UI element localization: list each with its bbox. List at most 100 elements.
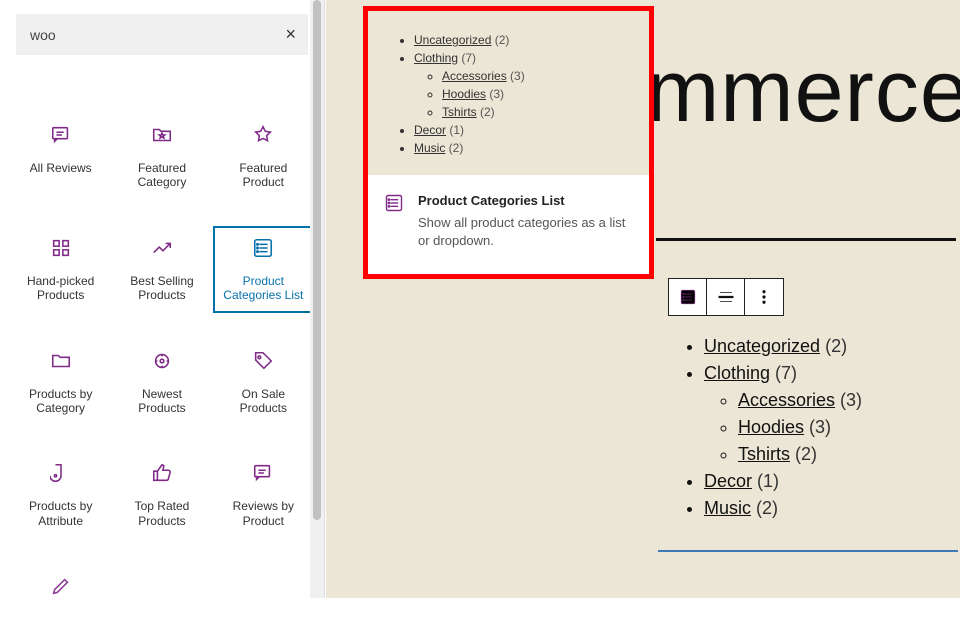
category-count: (3) [507,69,525,83]
page-title-fragment: mmerce [646,40,960,142]
block-tile-best-selling-products[interactable]: Best Selling Products [113,228,210,311]
folder-star-icon [151,121,173,149]
folder-icon [50,347,72,375]
category-link[interactable]: Tshirts [738,444,790,464]
category-count: (3) [804,417,831,437]
block-tile-hand-picked-products[interactable]: Hand-picked Products [12,228,109,311]
category-item: Music (2) [414,141,629,155]
category-list-block[interactable]: Uncategorized (2) Clothing (7) Accessories… [678,330,862,525]
category-count: (2) [477,105,495,119]
category-item: Uncategorized (2) [704,336,862,357]
block-tile-label: Top Rated Products [118,499,206,528]
preview-category-list: Uncategorized (2) Clothing (7) Accessories… [368,23,649,175]
block-tile-label: Reviews by Product [219,499,307,528]
toolbar-align-button[interactable] [707,279,745,315]
category-count: (7) [458,51,476,65]
block-tile-product-categories-list[interactable]: Product Categories List [215,228,312,311]
thumb-icon [151,459,173,487]
block-tile-label: Products by Attribute [17,499,105,528]
block-selection-underline [658,550,958,552]
block-description-title: Product Categories List [418,193,633,208]
block-tile-label: Products by Category [17,387,105,416]
search-input[interactable] [28,26,285,44]
block-tile-label: Product Categories List [219,274,307,303]
category-link[interactable]: Decor [704,471,752,491]
grid-icon [50,234,72,262]
block-tile-label: Featured Category [118,161,206,190]
category-link[interactable]: Uncategorized [704,336,820,356]
close-icon[interactable]: × [285,24,296,45]
chat-icon [50,121,72,149]
star-icon [252,121,274,149]
category-link[interactable]: Uncategorized [414,33,491,47]
block-tile-reviews-by-product[interactable]: Reviews by Product [215,453,312,536]
category-link[interactable]: Music [414,141,445,155]
category-link[interactable]: Hoodies [738,417,804,437]
category-link[interactable]: Tshirts [442,105,477,119]
category-link[interactable]: Accessories [738,390,835,410]
list-box-icon [384,193,404,250]
category-item: Clothing (7)Accessories (3)Hoodies (3)Ts… [704,363,862,465]
editor-canvas: mmerce Uncategorized (2) Clothing (7) Acce… [326,0,960,598]
category-link[interactable]: Accessories [442,69,507,83]
block-tile-top-rated-products[interactable]: Top Rated Products [113,453,210,536]
category-count: (1) [752,471,779,491]
block-tile-on-sale-products[interactable]: On Sale Products [215,341,312,424]
category-link[interactable]: Clothing [414,51,458,65]
block-tile-newest-products[interactable]: Newest Products [113,341,210,424]
toolbar-block-type-button[interactable] [669,279,707,315]
category-count: (3) [835,390,862,410]
tag-icon [252,347,274,375]
category-item: Decor (1) [414,123,629,137]
category-count: (2) [820,336,847,356]
category-link[interactable]: Hoodies [442,87,486,101]
sparkle-icon [151,347,173,375]
block-tile-all-reviews[interactable]: All Reviews [12,115,109,198]
category-item: Tshirts (2) [442,105,629,119]
category-item: Hoodies (3) [442,87,629,101]
category-item: Clothing (7)Accessories (3)Hoodies (3)Ts… [414,51,629,119]
list-box-icon [252,234,274,262]
category-item: Hoodies (3) [738,417,862,438]
category-item: Music (2) [704,498,862,519]
block-tile-featured-product[interactable]: Featured Product [215,115,312,198]
block-tile-products-by-attribute[interactable]: Products by Attribute [12,453,109,536]
category-item: Tshirts (2) [738,444,862,465]
category-count: (3) [486,87,504,101]
block-inserter-sidebar: × All Reviews Featured Category Featured P… [0,0,325,598]
block-tile-label: All Reviews [30,161,92,175]
block-tile-products-by-category[interactable]: Products by Category [12,341,109,424]
hr-divider [656,238,956,241]
scrollbar[interactable] [310,0,324,598]
block-tile-label: On Sale Products [219,387,307,416]
block-tile-featured-category[interactable]: Featured Category [113,115,210,198]
block-tile-label: Featured Product [219,161,307,190]
category-link[interactable]: Clothing [704,363,770,383]
category-link[interactable]: Music [704,498,751,518]
edit-icon [50,572,72,600]
category-count: (2) [491,33,509,47]
block-description-card: Product Categories List Show all product… [368,175,649,274]
chat-icon [252,459,274,487]
block-tile-label: Best Selling Products [118,274,206,303]
category-count: (2) [790,444,817,464]
category-count: (2) [751,498,778,518]
category-link[interactable]: Decor [414,123,446,137]
block-tile-label: Newest Products [118,387,206,416]
swatch-icon [50,459,72,487]
block-toolbar [668,278,784,316]
block-tile-label: Hand-picked Products [17,274,105,303]
category-item: Accessories (3) [738,390,862,411]
category-count: (2) [445,141,463,155]
block-description-text: Show all product categories as a list or… [418,214,633,250]
category-item: Decor (1) [704,471,862,492]
category-count: (1) [446,123,464,137]
trend-icon [151,234,173,262]
category-item: Accessories (3) [442,69,629,83]
block-preview-callout: Uncategorized (2) Clothing (7) Accessories… [363,6,654,279]
toolbar-more-button[interactable] [745,279,783,315]
search-field[interactable]: × [16,14,308,55]
category-item: Uncategorized (2) [414,33,629,47]
block-tile-partial[interactable] [12,566,109,620]
category-count: (7) [770,363,797,383]
